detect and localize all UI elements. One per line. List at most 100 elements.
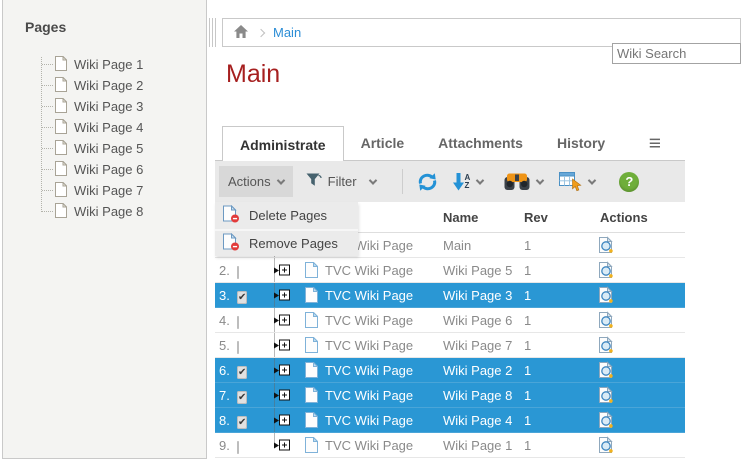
- row-rev: 1: [524, 388, 598, 403]
- tab-history[interactable]: History: [540, 126, 622, 160]
- expand-icon[interactable]: [274, 290, 290, 301]
- sidebar-page-label: Wiki Page 7: [74, 183, 143, 198]
- sidebar-page-label: Wiki Page 5: [74, 141, 143, 156]
- sort-az-label: AZ: [465, 174, 471, 190]
- table-row[interactable]: 7. TVC Wiki Page Wiki Page 8 1: [215, 383, 685, 408]
- preview-button[interactable]: [598, 261, 685, 279]
- sidebar-page-item[interactable]: Wiki Page 4: [35, 117, 205, 138]
- table-row[interactable]: 3. TVC Wiki Page Wiki Page 3 1: [215, 283, 685, 308]
- actions-button-label: Actions: [228, 174, 271, 189]
- help-icon: ?: [625, 174, 633, 189]
- row-rev: 1: [524, 288, 598, 303]
- row-tree-cell: [262, 408, 305, 432]
- row-rev: 1: [524, 313, 598, 328]
- column-header-actions[interactable]: Actions: [598, 210, 685, 225]
- preview-icon: [598, 361, 615, 379]
- menu-item-label: Delete Pages: [249, 208, 327, 223]
- page-icon: [55, 182, 67, 200]
- column-header-rev[interactable]: Rev: [524, 210, 598, 225]
- row-checkbox[interactable]: [237, 266, 239, 279]
- expand-icon[interactable]: [274, 340, 290, 351]
- wiki-page-icon: [305, 337, 325, 353]
- sort-button[interactable]: AZ: [453, 173, 484, 191]
- row-tree-cell: [262, 383, 305, 407]
- preview-button[interactable]: [598, 311, 685, 329]
- row-number: 9.: [215, 438, 237, 453]
- home-icon[interactable]: [234, 25, 248, 41]
- expand-icon[interactable]: [274, 440, 290, 451]
- expand-icon[interactable]: [274, 390, 290, 401]
- row-name: Wiki Page 8: [443, 388, 524, 403]
- table-row[interactable]: 9. TVC Wiki Page Wiki Page 1 1: [215, 433, 685, 458]
- row-type: TVC Wiki Page: [325, 363, 443, 378]
- find-button[interactable]: [504, 173, 543, 191]
- row-name: Main: [443, 238, 524, 253]
- sidebar-page-item[interactable]: Wiki Page 1: [35, 54, 205, 75]
- row-checkbox[interactable]: [237, 366, 247, 379]
- sidebar-page-item[interactable]: Wiki Page 3: [35, 96, 205, 117]
- toolbar-separator: [402, 169, 403, 194]
- table-row[interactable]: 2. TVC Wiki Page Wiki Page 5 1: [215, 258, 685, 283]
- pages-tree: Wiki Page 1 Wiki Page 2 Wiki Page 3 Wiki…: [35, 54, 205, 222]
- tab-overflow-menu-icon[interactable]: ≡: [649, 133, 661, 154]
- preview-button[interactable]: [598, 411, 685, 429]
- row-name: Wiki Page 1: [443, 438, 524, 453]
- row-checkbox[interactable]: [237, 416, 247, 429]
- refresh-button[interactable]: [416, 172, 439, 192]
- preview-button[interactable]: [598, 361, 685, 379]
- wiki-page-icon: [305, 262, 325, 278]
- sidebar-page-item[interactable]: Wiki Page 8: [35, 201, 205, 222]
- expand-icon[interactable]: [274, 265, 290, 276]
- preview-icon: [598, 411, 615, 429]
- chevron-down-icon: [368, 176, 376, 184]
- preview-button[interactable]: [598, 386, 685, 404]
- preview-button[interactable]: [598, 236, 685, 254]
- row-rev: 1: [524, 338, 598, 353]
- row-name: Wiki Page 3: [443, 288, 524, 303]
- actions-menu-item[interactable]: Remove Pages: [215, 229, 358, 256]
- wiki-page-icon: [305, 362, 325, 378]
- preview-button[interactable]: [598, 436, 685, 454]
- actions-menu-item[interactable]: Delete Pages: [215, 202, 358, 229]
- tab-label: Attachments: [438, 135, 523, 151]
- row-checkbox[interactable]: [237, 441, 239, 454]
- expand-icon[interactable]: [274, 365, 290, 376]
- wiki-search-input[interactable]: [612, 43, 741, 64]
- breadcrumb-link-main[interactable]: Main: [273, 25, 301, 40]
- filter-dropdown-button[interactable]: Filter: [306, 173, 376, 191]
- row-checkbox[interactable]: [237, 391, 247, 404]
- table-row[interactable]: 4. TVC Wiki Page Wiki Page 6 1: [215, 308, 685, 333]
- sidebar-page-item[interactable]: Wiki Page 7: [35, 180, 205, 201]
- row-number: 2.: [215, 263, 237, 278]
- tab-attachments[interactable]: Attachments: [421, 126, 540, 160]
- sidebar-title: Pages: [25, 19, 66, 35]
- table-row[interactable]: 5. TVC Wiki Page Wiki Page 7 1: [215, 333, 685, 358]
- row-checkbox[interactable]: [237, 341, 239, 354]
- tab-administrate[interactable]: Administrate: [222, 126, 344, 162]
- tab-label: History: [557, 135, 605, 151]
- help-button[interactable]: ?: [619, 172, 639, 192]
- row-checkbox[interactable]: [237, 291, 247, 304]
- row-tree-cell: [262, 308, 305, 332]
- sidebar-page-item[interactable]: Wiki Page 2: [35, 75, 205, 96]
- expand-icon[interactable]: [274, 315, 290, 326]
- tab-article[interactable]: Article: [344, 126, 422, 160]
- toolbar: Actions Filter AZ: [215, 161, 685, 202]
- preview-button[interactable]: [598, 336, 685, 354]
- row-checkbox[interactable]: [237, 316, 239, 329]
- column-header-name[interactable]: Name: [443, 210, 524, 225]
- actions-dropdown-button[interactable]: Actions: [219, 166, 293, 197]
- sidebar-splitter-handle[interactable]: [209, 18, 217, 47]
- row-name: Wiki Page 7: [443, 338, 524, 353]
- table-row[interactable]: 8. TVC Wiki Page Wiki Page 4 1: [215, 408, 685, 433]
- column-select-button[interactable]: [559, 172, 595, 192]
- sidebar-page-item[interactable]: Wiki Page 6: [35, 159, 205, 180]
- page-icon: [55, 119, 67, 137]
- preview-icon: [598, 386, 615, 404]
- table-row[interactable]: 6. TVC Wiki Page Wiki Page 2 1: [215, 358, 685, 383]
- preview-button[interactable]: [598, 286, 685, 304]
- row-rev: 1: [524, 413, 598, 428]
- preview-icon: [598, 311, 615, 329]
- sidebar-page-item[interactable]: Wiki Page 5: [35, 138, 205, 159]
- expand-icon[interactable]: [274, 415, 290, 426]
